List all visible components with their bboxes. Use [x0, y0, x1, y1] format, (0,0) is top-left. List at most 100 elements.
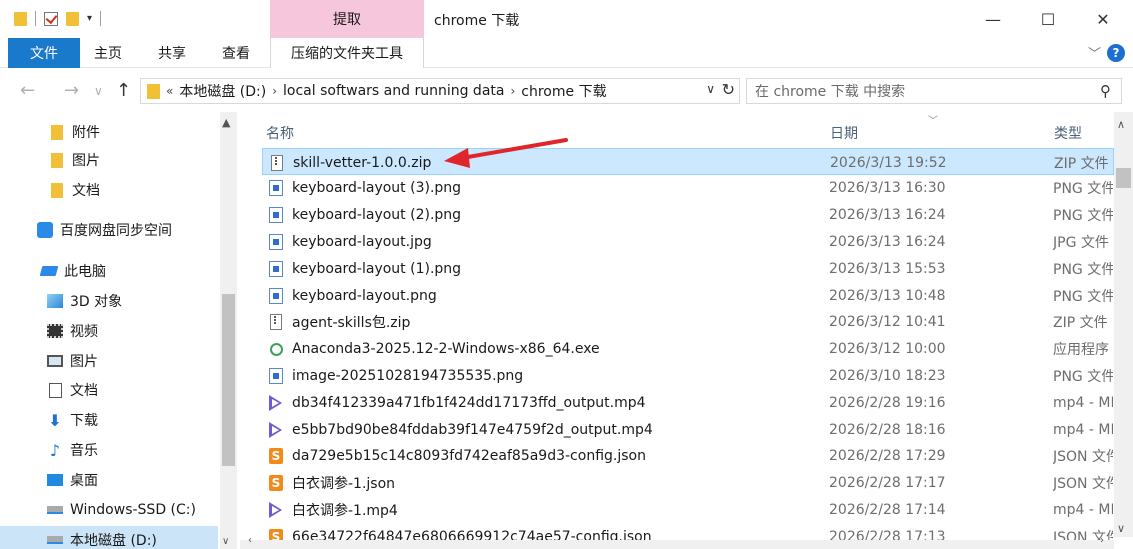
sidebar-item-documents-pinned[interactable]: 文档: [0, 176, 218, 204]
customize-toolbar-dropdown-icon[interactable]: ▾: [87, 13, 92, 24]
sidebar-item-label: 下载: [70, 413, 98, 429]
zip-file-icon: [269, 154, 285, 172]
recent-locations-icon[interactable]: ∨: [94, 84, 103, 98]
sidebar-item-pictures-pinned[interactable]: 图片: [0, 146, 218, 174]
json-file-icon: S: [268, 474, 284, 492]
sidebar-item-music[interactable]: ♪ 音乐: [0, 436, 218, 464]
file-row[interactable]: skill-vetter-1.0.0.zip 2026/3/13 19:52 ZIP…: [262, 148, 1114, 175]
file-name-cell: e5bb7bd90be84fddab39f147e4759f2d_output.…: [268, 416, 824, 443]
horizontal-scrollbar[interactable]: [240, 540, 1114, 549]
file-row[interactable]: image-20251028194735535.png 2026/3/10 18:…: [262, 362, 1114, 389]
file-row[interactable]: keyboard-layout.jpg 2026/3/13 16:24 JPG 文件: [262, 228, 1114, 255]
navigation-pane: 附件 图片 文档 百度网盘同步空间 此电脑 3D 对象 视频 图片 文档 ⬇ 下…: [0, 112, 240, 549]
baidu-netdisk-icon: [36, 222, 54, 238]
sidebar-item-attachments[interactable]: 附件: [0, 118, 218, 146]
file-row[interactable]: Anaconda3-2025.12-2-Windows-x86_64.exe 20…: [262, 336, 1114, 363]
file-row[interactable]: keyboard-layout.png 2026/3/13 10:48 PNG 文件: [262, 282, 1114, 309]
search-icon[interactable]: ⚲: [1100, 82, 1111, 100]
scroll-right-arrow-icon[interactable]: ›: [1100, 535, 1104, 546]
sidebar-item-pictures[interactable]: 图片: [0, 347, 218, 375]
file-date: 2026/3/12 10:41: [829, 314, 946, 331]
tab-home[interactable]: 主页: [94, 38, 122, 68]
breadcrumb-drive-d[interactable]: 本地磁盘 (D:): [179, 81, 266, 101]
scroll-down-arrow-icon[interactable]: ∨: [222, 536, 229, 547]
file-type: mp4 - MP4: [1053, 501, 1113, 518]
file-row[interactable]: keyboard-layout (1).png 2026/3/13 15:53 PN…: [262, 255, 1114, 282]
toolbar-divider: [35, 11, 36, 26]
new-folder-icon[interactable]: [66, 11, 79, 26]
tab-file[interactable]: 文件: [8, 38, 80, 68]
search-input[interactable]: 在 chrome 下载 中搜索 ⚲: [746, 78, 1122, 104]
file-date: 2026/3/13 16:30: [829, 180, 946, 197]
file-row[interactable]: e5bb7bd90be84fddab39f147e4759f2d_output.…: [262, 416, 1114, 443]
refresh-icon[interactable]: ↻: [722, 80, 735, 99]
sidebar-item-label: 附件: [72, 125, 100, 141]
file-row[interactable]: 白衣调参-1.mp4 2026/2/28 17:14 mp4 - MP4: [262, 496, 1114, 523]
file-row[interactable]: keyboard-layout (2).png 2026/3/13 16:24 PN…: [262, 202, 1114, 229]
file-name-cell: keyboard-layout (1).png: [268, 255, 824, 282]
tab-view[interactable]: 查看: [222, 38, 250, 68]
file-row[interactable]: db34f412339a471fb1f424dd17173ffd_output.…: [262, 389, 1114, 416]
properties-icon[interactable]: [44, 11, 58, 26]
file-row[interactable]: keyboard-layout (3).png 2026/3/13 16:30 PN…: [262, 175, 1114, 202]
search-placeholder: 在 chrome 下载 中搜索: [755, 84, 906, 100]
tab-compressed-folder-tools[interactable]: 压缩的文件夹工具: [270, 38, 424, 68]
tab-share[interactable]: 共享: [158, 38, 186, 68]
up-arrow-icon[interactable]: ↑: [116, 80, 131, 101]
file-name-cell: keyboard-layout (2).png: [268, 202, 824, 229]
breadcrumb-chrome-downloads[interactable]: chrome 下载: [521, 81, 606, 101]
file-date: 2026/2/28 19:16: [829, 394, 946, 411]
file-type: PNG 文件: [1053, 288, 1113, 305]
scroll-up-arrow-icon[interactable]: ▲: [222, 116, 230, 129]
file-name-cell: agent-skills包.zip: [268, 309, 824, 336]
videos-icon: [46, 323, 64, 339]
file-name: image-20251028194735535.png: [292, 367, 524, 384]
sidebar-item-label: 百度网盘同步空间: [60, 223, 172, 239]
drive-icon: [46, 532, 64, 548]
sidebar-item-videos[interactable]: 视频: [0, 317, 218, 345]
sidebar-item-label: 桌面: [70, 473, 98, 489]
file-list-scrollbar-thumb[interactable]: [1116, 168, 1131, 188]
png-file-icon: [268, 287, 284, 305]
column-header-type[interactable]: 类型: [1054, 123, 1082, 143]
file-date: 2026/3/13 16:24: [829, 207, 946, 224]
breadcrumb-chevron-icon[interactable]: ›: [272, 84, 277, 98]
scroll-down-arrow-icon[interactable]: ∨: [1117, 522, 1125, 535]
file-name-cell: Sda729e5b15c14c8093fd742eaf85a9d3-config…: [268, 443, 824, 470]
file-name: keyboard-layout.png: [292, 287, 437, 304]
expand-ribbon-icon[interactable]: ﹀: [1088, 43, 1101, 62]
sidebar-item-baidu-netdisk[interactable]: 百度网盘同步空间: [0, 216, 218, 244]
extract-context-tab[interactable]: 提取: [270, 0, 424, 38]
forward-arrow-icon[interactable]: →: [64, 80, 79, 101]
file-date: 2026/3/12 10:00: [829, 341, 946, 358]
address-bar[interactable]: « 本地磁盘 (D:) › local softwars and running…: [140, 78, 740, 104]
sidebar-item-3d-objects[interactable]: 3D 对象: [0, 287, 218, 315]
sidebar-item-drive-d[interactable]: 本地磁盘 (D:): [0, 526, 218, 549]
downloads-icon: ⬇: [48, 410, 62, 430]
file-row[interactable]: agent-skills包.zip 2026/3/12 10:41 ZIP 文件: [262, 309, 1114, 336]
column-header-date[interactable]: 日期: [830, 123, 858, 143]
close-button[interactable]: ✕: [1073, 0, 1133, 38]
breadcrumb-local-softwars[interactable]: local softwars and running data: [283, 83, 504, 99]
column-header-name[interactable]: 名称: [266, 123, 294, 143]
sidebar-scrollbar-thumb[interactable]: [222, 294, 235, 466]
sidebar-item-downloads[interactable]: ⬇ 下载: [0, 406, 218, 434]
scroll-left-arrow-icon[interactable]: ‹: [248, 535, 252, 546]
sidebar-item-drive-c[interactable]: Windows-SSD (C:): [0, 496, 218, 524]
back-arrow-icon[interactable]: ←: [20, 80, 35, 101]
file-type: PNG 文件: [1053, 261, 1113, 278]
file-row[interactable]: S 白衣调参-1.json 2026/2/28 17:17 JSON 文件: [262, 470, 1114, 497]
breadcrumb-chevron-icon[interactable]: ›: [510, 84, 515, 98]
help-icon[interactable]: ?: [1107, 44, 1125, 62]
file-date: 2026/3/13 15:53: [829, 260, 946, 277]
address-overflow-icon[interactable]: «: [166, 84, 173, 98]
sidebar-item-documents[interactable]: 文档: [0, 376, 218, 404]
sidebar-item-desktop[interactable]: 桌面: [0, 466, 218, 494]
minimize-button[interactable]: —: [963, 0, 1023, 38]
file-row[interactable]: Sda729e5b15c14c8093fd742eaf85a9d3-config…: [262, 443, 1114, 470]
maximize-button[interactable]: ☐: [1018, 0, 1078, 38]
scroll-up-arrow-icon[interactable]: ∧: [1117, 118, 1125, 131]
address-history-dropdown-icon[interactable]: ∨: [706, 82, 715, 96]
sidebar-item-this-pc[interactable]: 此电脑: [0, 257, 218, 285]
this-pc-icon: [39, 263, 59, 279]
